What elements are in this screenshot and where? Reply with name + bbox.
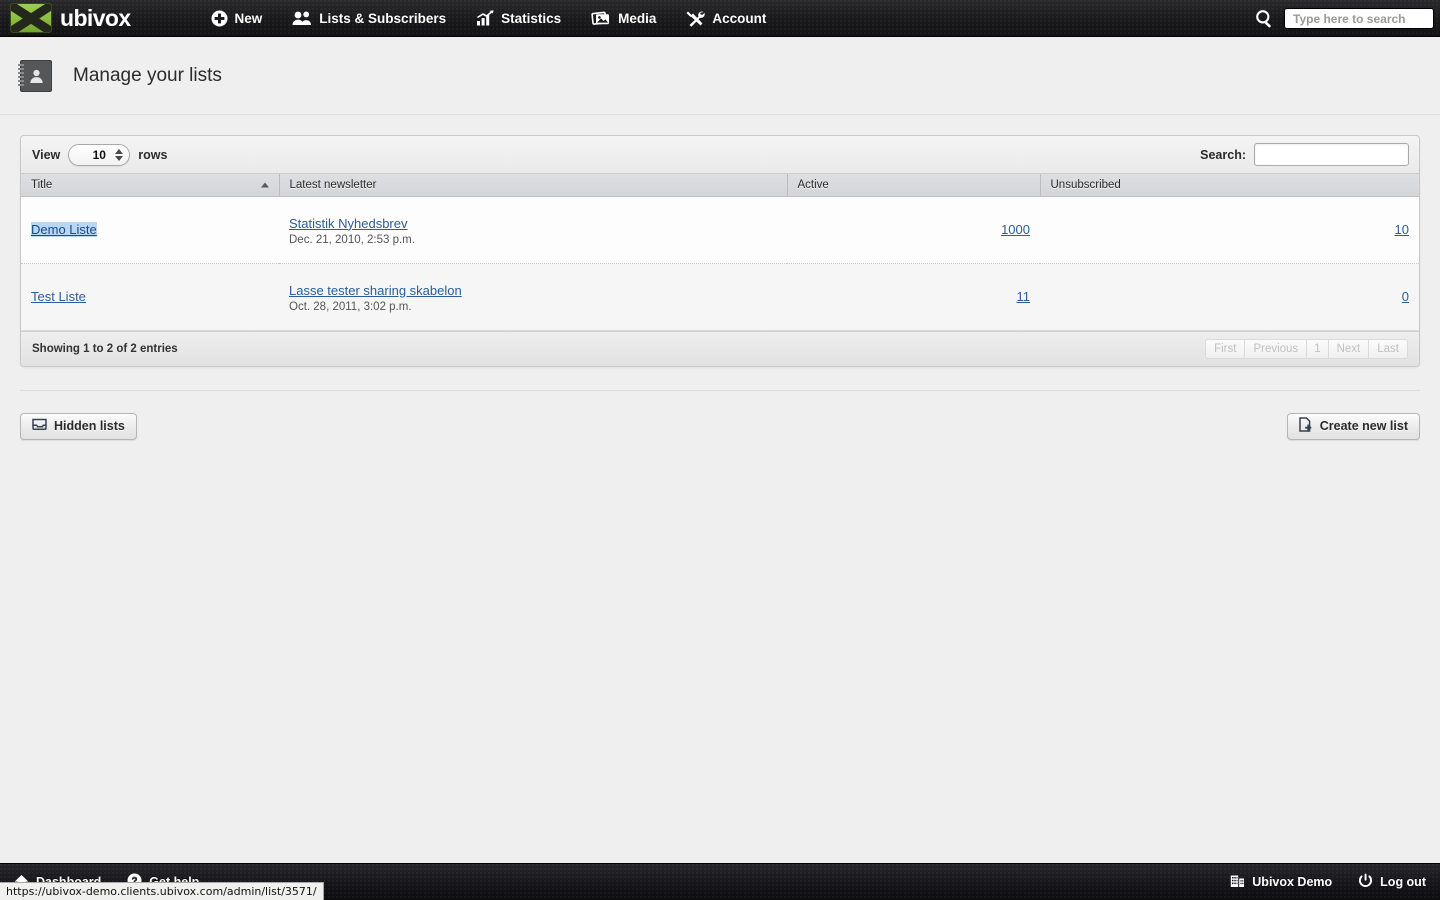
sort-ascending-icon <box>260 182 269 188</box>
table-search-input[interactable] <box>1254 143 1409 166</box>
newsletter-link[interactable]: Lasse tester sharing skabelon <box>289 283 777 298</box>
nav-item-account-label: Account <box>712 10 767 26</box>
footer-item-log-out[interactable]: Log out <box>1358 873 1426 891</box>
file-plus-icon <box>1299 417 1313 435</box>
global-search-input[interactable] <box>1284 8 1434 29</box>
pagination-page-1-button[interactable]: 1 <box>1306 338 1328 359</box>
column-header-unsubscribed-label: Unsubscribed <box>1050 178 1121 191</box>
image-icon <box>591 10 611 26</box>
stepper-arrows-icon[interactable] <box>115 148 124 161</box>
nav-item-media[interactable]: Media <box>591 10 656 26</box>
nav-item-lists-subscribers-label: Lists & Subscribers <box>319 10 447 26</box>
table-controls: View 10 rows Search: <box>21 136 1419 174</box>
rows-per-page-select[interactable]: 10 <box>68 143 131 166</box>
cell-latest-newsletter: Statistik Nyhedsbrev Dec. 21, 2010, 2:53… <box>279 196 787 264</box>
pagination-next-button[interactable]: Next <box>1327 338 1369 359</box>
page-title: Manage your lists <box>73 64 222 86</box>
footer-right-group: Ubivox Demo Log out <box>1230 873 1426 891</box>
nav-item-new[interactable]: New <box>211 10 263 27</box>
cell-latest-newsletter: Lasse tester sharing skabelon Oct. 28, 2… <box>279 263 787 331</box>
brand-name: ubivox <box>60 4 131 31</box>
entries-info: Showing 1 to 2 of 2 entries <box>32 342 178 355</box>
nav-item-new-label: New <box>234 10 263 26</box>
newsletter-date: Oct. 28, 2011, 3:02 p.m. <box>289 300 412 313</box>
address-book-icon <box>18 59 52 92</box>
active-count-link[interactable]: 1000 <box>1001 222 1030 237</box>
building-icon <box>1230 874 1245 891</box>
lists-panel: View 10 rows Search: Title Latest newsle… <box>20 135 1420 367</box>
table-header-row: Title Latest newsletter Active Unsubscri… <box>21 174 1419 197</box>
pagination-previous-button[interactable]: Previous <box>1244 338 1307 359</box>
nav-item-statistics[interactable]: Statistics <box>476 10 561 26</box>
cell-active: 11 <box>787 263 1040 331</box>
global-search-area <box>1255 0 1434 36</box>
rows-per-page-group: View 10 rows <box>32 143 168 166</box>
pagination-first-button[interactable]: First <box>1205 338 1245 359</box>
table-footer: Showing 1 to 2 of 2 entries First Previo… <box>21 330 1419 366</box>
table-row: Test Liste Lasse tester sharing skabelon… <box>21 263 1419 331</box>
column-header-active-label: Active <box>797 178 829 191</box>
unsubscribed-count-link[interactable]: 10 <box>1395 222 1409 237</box>
newsletter-date: Dec. 21, 2010, 2:53 p.m. <box>289 233 415 246</box>
browser-status-bar: https://ubivox-demo.clients.ubivox.com/a… <box>0 882 324 900</box>
view-label: View <box>32 147 61 162</box>
page-actions: Hidden lists Create new list <box>20 389 1420 440</box>
rows-label: rows <box>138 147 168 162</box>
cell-unsubscribed: 10 <box>1040 196 1419 264</box>
create-new-list-button-label: Create new list <box>1319 419 1408 433</box>
top-navigation-bar: ubivox New Lists & Subscribers Statistic… <box>0 0 1440 37</box>
lists-table: Title Latest newsletter Active Unsubscri… <box>21 174 1419 331</box>
column-header-latest-newsletter[interactable]: Latest newsletter <box>278 174 787 197</box>
table-body: Demo Liste Statistik Nyhedsbrev Dec. 21,… <box>21 196 1419 331</box>
rows-per-page-value: 10 <box>92 147 106 162</box>
column-header-title[interactable]: Title <box>21 174 279 197</box>
power-icon <box>1358 873 1373 891</box>
nav-item-media-label: Media <box>618 10 657 26</box>
plus-circle-icon <box>211 10 228 27</box>
status-bar-url: https://ubivox-demo.clients.ubivox.com/a… <box>6 885 317 898</box>
table-search-group: Search: <box>1200 143 1409 166</box>
pagination-last-button[interactable]: Last <box>1368 338 1408 359</box>
cell-active: 1000 <box>787 196 1040 264</box>
newsletter-link[interactable]: Statistik Nyhedsbrev <box>289 216 777 231</box>
footer-item-account-name-label: Ubivox Demo <box>1252 875 1333 889</box>
column-header-latest-newsletter-label: Latest newsletter <box>289 178 377 191</box>
users-icon <box>292 10 312 26</box>
table-search-label: Search: <box>1200 147 1246 162</box>
cell-unsubscribed: 0 <box>1040 263 1419 331</box>
main-nav-items: New Lists & Subscribers Statistics Media… <box>211 10 766 27</box>
pagination: First Previous 1 Next Last <box>1205 338 1408 359</box>
page-content: View 10 rows Search: Title Latest newsle… <box>0 115 1440 460</box>
hidden-lists-button[interactable]: Hidden lists <box>20 412 137 440</box>
hidden-lists-button-label: Hidden lists <box>54 419 125 433</box>
footer-item-log-out-label: Log out <box>1380 875 1426 889</box>
footer-item-account-name[interactable]: Ubivox Demo <box>1230 874 1332 891</box>
nav-item-lists-subscribers[interactable]: Lists & Subscribers <box>292 10 446 26</box>
inbox-tray-icon <box>32 418 47 434</box>
brand-logo[interactable]: ubivox <box>10 3 131 33</box>
column-header-active[interactable]: Active <box>786 174 1040 197</box>
column-header-unsubscribed[interactable]: Unsubscribed <box>1039 174 1419 197</box>
table-row: Demo Liste Statistik Nyhedsbrev Dec. 21,… <box>21 196 1419 264</box>
unsubscribed-count-link[interactable]: 0 <box>1402 289 1409 304</box>
active-count-link[interactable]: 11 <box>1017 289 1031 304</box>
tools-icon <box>686 10 706 27</box>
nav-item-statistics-label: Statistics <box>501 10 562 26</box>
table-header: Title Latest newsletter Active Unsubscri… <box>21 174 1419 197</box>
nav-item-account[interactable]: Account <box>686 10 766 27</box>
column-header-title-label: Title <box>31 178 53 191</box>
cell-title: Test Liste <box>21 263 279 331</box>
magnifier-icon[interactable] <box>1255 9 1274 28</box>
create-new-list-button[interactable]: Create new list <box>1286 412 1420 440</box>
cell-title: Demo Liste <box>21 196 279 264</box>
page-header: Manage your lists <box>0 37 1440 115</box>
list-title-link[interactable]: Demo Liste <box>31 222 97 237</box>
bar-chart-icon <box>476 10 494 26</box>
list-title-link[interactable]: Test Liste <box>31 289 86 304</box>
ubivox-envelope-logo-icon <box>10 3 52 33</box>
